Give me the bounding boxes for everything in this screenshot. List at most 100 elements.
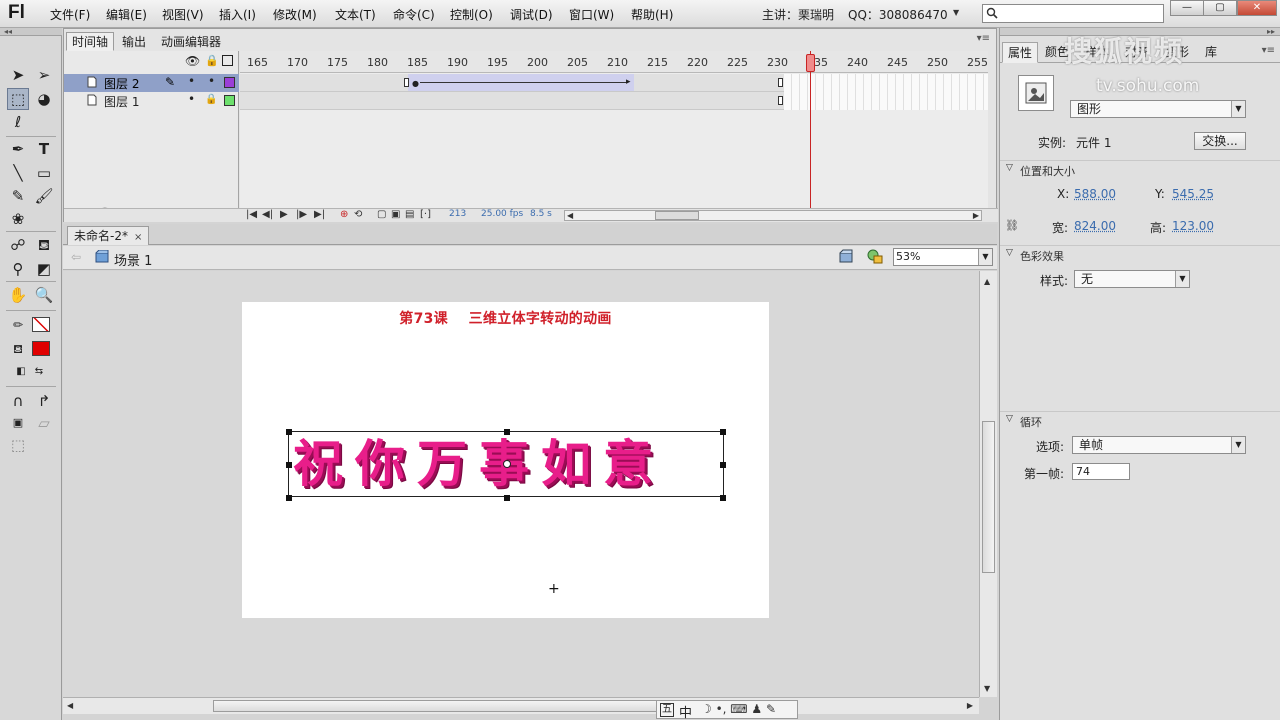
swap-colors-icon[interactable]: ⇆	[28, 361, 50, 383]
loop-icon[interactable]: ⟲	[354, 209, 362, 220]
style-select[interactable]: 无 ▼	[1074, 270, 1190, 288]
ime-extra-icons[interactable]: ☽ •, ⌨ ♟ ✎	[701, 702, 776, 716]
maximize-button[interactable]: ▢	[1203, 0, 1237, 16]
menu-file[interactable]: 文件(F)	[50, 6, 90, 23]
expand-icon[interactable]: ▸▸	[1267, 27, 1275, 36]
height-value[interactable]: 123.00	[1172, 219, 1214, 233]
toolbox-grip[interactable]: ◂◂	[0, 27, 62, 36]
distort-icon[interactable]: ⬚	[7, 434, 29, 456]
chevron-down-icon[interactable]: ▼	[1231, 437, 1245, 453]
link-dimensions-icon[interactable]: ⛓	[1005, 219, 1019, 232]
eyedropper-tool-icon[interactable]: ⚲	[7, 258, 29, 280]
scene-label[interactable]: 场景 1	[114, 250, 152, 269]
layer-name[interactable]: 图层 1	[104, 93, 139, 110]
onion-outline-icon[interactable]: ▣	[391, 209, 400, 220]
transform-handle[interactable]	[504, 495, 510, 501]
center-frame-icon[interactable]: ⊕	[340, 209, 348, 220]
transform-handle[interactable]	[504, 429, 510, 435]
fill-color-icon[interactable]: ⛾	[7, 338, 29, 360]
transform-handle[interactable]	[720, 495, 726, 501]
eraser-tool-icon[interactable]: ◩	[33, 258, 55, 280]
menu-commands[interactable]: 命令(C)	[393, 6, 435, 23]
empty-frames[interactable]	[784, 74, 988, 110]
close-button[interactable]: ✕	[1237, 0, 1277, 16]
scroll-left-icon[interactable]: ◀	[567, 211, 573, 220]
eye-icon[interactable]: 👁	[185, 54, 200, 68]
transform-handle[interactable]	[286, 495, 292, 501]
layer-row[interactable]: 图层 1 • 🔒	[64, 92, 239, 110]
current-frame[interactable]: 213	[449, 209, 466, 219]
outline-icon[interactable]	[222, 55, 233, 66]
menu-modify[interactable]: 修改(M)	[273, 6, 317, 23]
tab-properties[interactable]: 属性	[1002, 42, 1039, 63]
keyframe-dot[interactable]: ●	[412, 79, 419, 88]
zoom-select[interactable]: 53% ▼	[893, 248, 993, 266]
gradient-transform-icon[interactable]: ▣	[7, 412, 29, 434]
paint-bucket-tool-icon[interactable]: ⛾	[33, 234, 55, 256]
tab-output[interactable]: 输出	[116, 32, 152, 51]
3d-rotation-tool-icon[interactable]: ◕	[33, 88, 55, 110]
chevron-down-icon[interactable]: ▼	[1231, 101, 1245, 117]
menu-edit[interactable]: 编辑(E)	[106, 6, 147, 23]
document-tab[interactable]: 未命名-2* ×	[67, 226, 150, 245]
ime-mode[interactable]: 中	[679, 702, 692, 720]
menu-text[interactable]: 文本(T)	[335, 6, 376, 23]
transform-handle[interactable]	[286, 462, 292, 468]
stage[interactable]: 第73课 三维立体字转动的动画 祝你万事如意 +	[242, 302, 769, 618]
chevron-down-icon[interactable]: ▼	[953, 8, 959, 17]
menu-help[interactable]: 帮助(H)	[631, 6, 673, 23]
tab-motion-editor[interactable]: 动画编辑器	[155, 32, 227, 51]
playhead[interactable]	[806, 54, 815, 72]
lasso-tool-icon[interactable]: ℓ	[7, 111, 29, 133]
edit-multiple-icon[interactable]: ▤	[405, 209, 414, 220]
loop-option-select[interactable]: 单帧 ▼	[1072, 436, 1246, 454]
stroke-color-icon[interactable]: ✏	[7, 314, 29, 336]
tab-timeline[interactable]: 时间轴	[66, 32, 115, 51]
pasteboard[interactable]: 第73课 三维立体字转动的动画 祝你万事如意 +	[63, 271, 979, 697]
layer-color-swatch[interactable]	[224, 77, 235, 88]
lock-icon[interactable]: 🔒	[205, 94, 217, 105]
smooth-icon[interactable]: ↱	[33, 390, 55, 412]
search-input[interactable]	[982, 4, 1164, 23]
y-value[interactable]: 545.25	[1172, 187, 1214, 201]
ime-logo-icon[interactable]: 五	[660, 703, 674, 717]
vertical-scroll-thumb[interactable]	[982, 421, 995, 573]
layer-color-swatch[interactable]	[224, 95, 235, 106]
chevron-down-icon[interactable]: ▼	[1175, 271, 1189, 287]
timeline-hscroll[interactable]: ◀ ▶	[564, 210, 982, 221]
collapse-triangle-icon[interactable]: ▽	[1006, 248, 1013, 258]
first-frame-input[interactable]: 74	[1072, 463, 1130, 480]
section-color-effect[interactable]: ▽ 色彩效果	[1000, 245, 1280, 263]
brush-tool-icon[interactable]: 🖌	[33, 185, 55, 207]
snap-magnet-icon[interactable]: ∩	[7, 390, 29, 412]
step-forward-icon[interactable]: |▶	[296, 209, 307, 220]
width-value[interactable]: 824.00	[1074, 219, 1116, 233]
stroke-color-swatch[interactable]	[32, 317, 50, 332]
tab-library[interactable]: 库	[1200, 42, 1222, 63]
frames-area[interactable]: 165 170 175 180 185 190 195 200 205 210 …	[240, 51, 988, 209]
first-frame-icon[interactable]: |◀	[246, 209, 257, 220]
chevron-down-icon[interactable]: ▼	[978, 249, 992, 265]
panel-menu-icon[interactable]: ▾≡	[977, 33, 990, 44]
menu-control[interactable]: 控制(O)	[450, 6, 493, 23]
pencil-tool-icon[interactable]: ✎	[7, 185, 29, 207]
text-tool-icon[interactable]: T	[33, 138, 55, 160]
lock-icon[interactable]: 🔒	[205, 54, 219, 67]
lock-dot[interactable]: •	[208, 74, 215, 88]
swap-button[interactable]: 交换...	[1194, 132, 1246, 150]
scroll-right-icon[interactable]: ▶	[973, 211, 979, 220]
visibility-dot[interactable]: •	[188, 92, 195, 106]
straighten-icon[interactable]: ▱	[33, 412, 55, 434]
transform-handle[interactable]	[720, 429, 726, 435]
onion-skin-icon[interactable]: ▢	[377, 209, 386, 220]
hand-tool-icon[interactable]: ✋	[7, 284, 29, 306]
transform-handle[interactable]	[720, 462, 726, 468]
frame-rate[interactable]: 25.00 fps	[481, 209, 523, 219]
scroll-up-icon[interactable]: ▲	[984, 277, 990, 286]
last-frame-icon[interactable]: ▶|	[314, 209, 325, 220]
selection-tool-icon[interactable]: ➤	[7, 64, 29, 86]
panel-menu-icon[interactable]: ▾≡	[1262, 45, 1275, 56]
collapse-icon[interactable]: ◂◂	[4, 27, 12, 36]
transform-point[interactable]	[503, 460, 511, 468]
layer-row[interactable]: 图层 2 ✎ • •	[64, 74, 239, 92]
